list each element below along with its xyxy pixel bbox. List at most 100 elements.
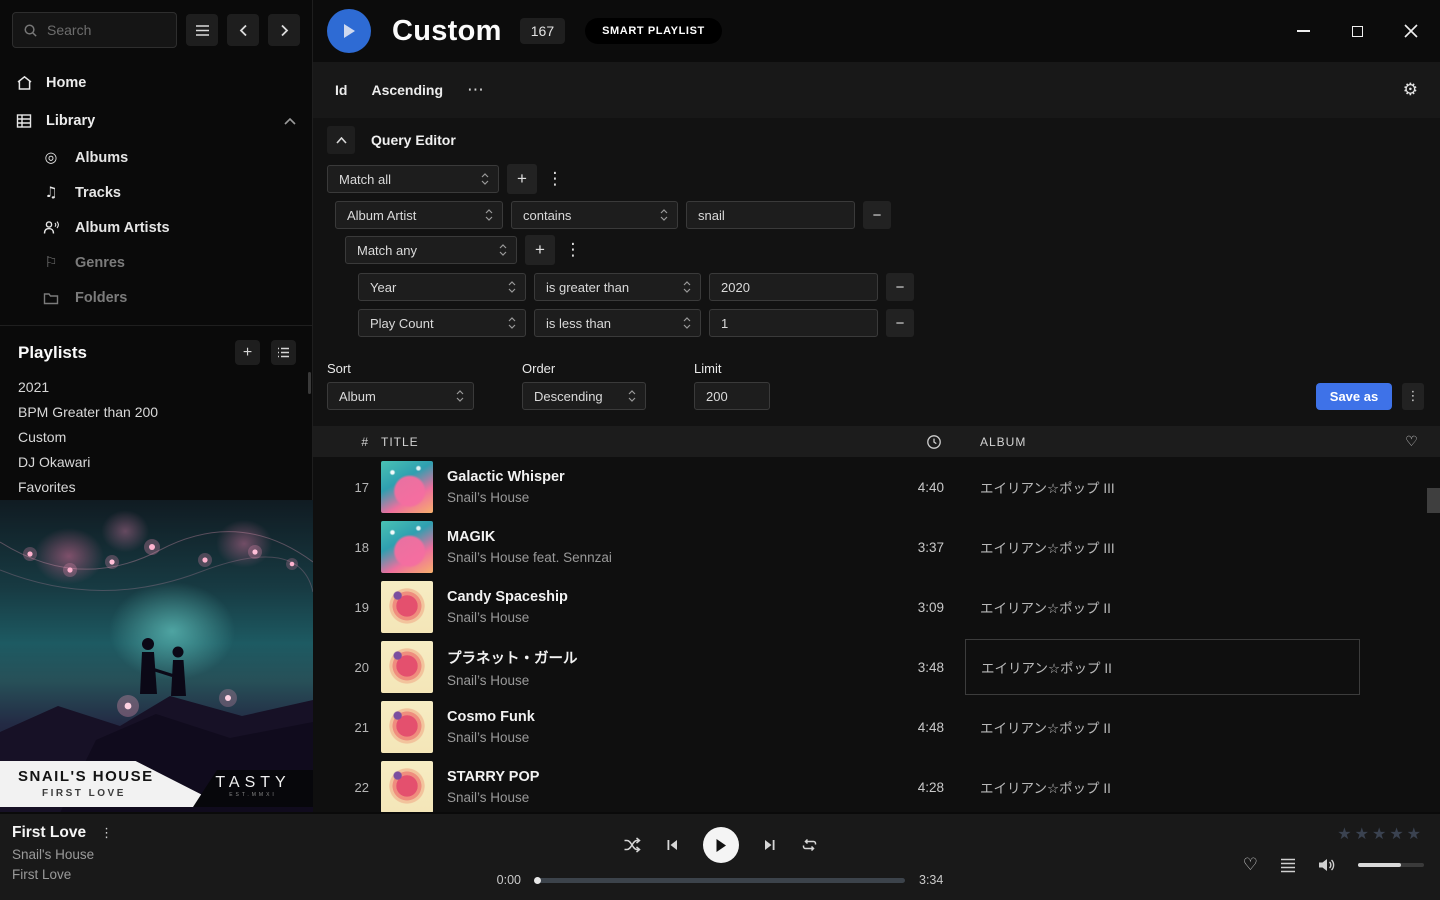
rule-value-input[interactable]: [709, 309, 878, 337]
track-title: STARRY POP: [447, 769, 840, 785]
playlist-item[interactable]: 2021: [0, 375, 312, 400]
collapse-query-editor-button[interactable]: [327, 126, 355, 154]
menu-button[interactable]: [186, 14, 218, 46]
search-field[interactable]: [47, 22, 157, 38]
track-duration: 3:09: [840, 600, 944, 615]
play-button[interactable]: [703, 827, 739, 863]
sidebar-item-folders[interactable]: Folders: [0, 280, 312, 315]
table-row[interactable]: 19 Candy Spaceship Snail’s House 3:09 エイ…: [313, 577, 1440, 637]
sort-select[interactable]: Album: [327, 382, 474, 410]
close-button[interactable]: [1396, 16, 1426, 46]
rule-value-input[interactable]: [709, 273, 878, 301]
playlist-item[interactable]: DJ Okawari: [0, 450, 312, 475]
sidebar-item-label: Library: [46, 113, 95, 129]
sidebar-item-tracks[interactable]: ♫ Tracks: [0, 175, 312, 210]
sort-field-button[interactable]: Id: [335, 82, 347, 98]
minimize-button[interactable]: [1288, 16, 1318, 46]
previous-button[interactable]: [665, 838, 679, 852]
track-title: Galactic Whisper: [447, 469, 840, 485]
rule-operator-select[interactable]: is less than: [534, 309, 701, 337]
track-duration: 4:40: [840, 480, 944, 495]
group-menu-button[interactable]: ⋮: [563, 235, 583, 265]
chevron-left-icon: [239, 24, 248, 37]
play-playlist-button[interactable]: [327, 9, 371, 53]
sidebar-item-home[interactable]: Home: [0, 64, 312, 102]
table-row[interactable]: 20 プラネット・ガール Snail’s House 3:48 エイリアン☆ポッ…: [313, 637, 1440, 697]
track-duration: 3:37: [840, 540, 944, 555]
duration-column-header[interactable]: [840, 434, 944, 450]
column-header-number[interactable]: #: [313, 435, 369, 449]
select-chevrons-icon: [499, 244, 507, 256]
rule-field-select[interactable]: Year: [358, 273, 526, 301]
add-rule-button[interactable]: +: [525, 235, 555, 265]
match-mode-select[interactable]: Match all: [327, 165, 499, 193]
save-menu-button[interactable]: ⋮: [1402, 383, 1424, 410]
sidebar-item-genres[interactable]: ⚐ Genres: [0, 245, 312, 280]
remove-rule-button[interactable]: −: [863, 201, 891, 229]
table-row[interactable]: 17 Galactic Whisper Snail’s House 4:40 エ…: [313, 457, 1440, 517]
back-button[interactable]: [227, 14, 259, 46]
home-icon: [16, 75, 33, 91]
hamburger-icon: [195, 24, 210, 37]
sidebar-item-label: Genres: [75, 255, 125, 271]
repeat-button[interactable]: [801, 837, 818, 853]
rule-field-select[interactable]: Album Artist: [335, 201, 503, 229]
plus-icon: +: [243, 344, 252, 362]
maximize-button[interactable]: [1342, 16, 1372, 46]
match-mode-select[interactable]: Match any: [345, 236, 517, 264]
volume-button[interactable]: [1318, 857, 1336, 873]
sidebar-item-label: Album Artists: [75, 220, 170, 236]
seek-bar[interactable]: [535, 878, 905, 883]
search-input[interactable]: [12, 12, 177, 48]
favorite-column-header[interactable]: ♡: [1384, 434, 1440, 450]
rule-value-input[interactable]: [686, 201, 855, 229]
shuffle-button[interactable]: [623, 837, 641, 853]
sidebar-item-albums[interactable]: ◎ Albums: [0, 140, 312, 175]
minus-icon: −: [896, 315, 905, 332]
column-header-title[interactable]: TITLE: [381, 435, 840, 449]
table-row[interactable]: 21 Cosmo Funk Snail’s House 4:48 エイリアン☆ポ…: [313, 697, 1440, 757]
sidebar-item-album-artists[interactable]: Album Artists: [0, 210, 312, 245]
save-as-button[interactable]: Save as: [1316, 383, 1392, 410]
column-header-album[interactable]: ALBUM: [944, 435, 1384, 449]
add-playlist-button[interactable]: +: [235, 340, 260, 365]
previous-icon: [665, 838, 679, 852]
minus-icon: −: [896, 279, 905, 296]
limit-input[interactable]: [694, 382, 770, 410]
seek-knob[interactable]: [534, 877, 541, 884]
select-chevrons-icon: [508, 317, 516, 329]
album-edit-field[interactable]: エイリアン☆ポップ II: [965, 639, 1360, 695]
sort-toolbar: Id Ascending ⋯ ⚙: [313, 62, 1440, 118]
table-row[interactable]: 18 MAGIK Snail’s House feat. Sennzai 3:3…: [313, 517, 1440, 577]
playlist-item[interactable]: Favorites: [0, 475, 312, 500]
gear-icon[interactable]: ⚙: [1403, 80, 1418, 100]
rating-stars[interactable]: ★★★★★: [1243, 824, 1424, 843]
order-select[interactable]: Descending: [522, 382, 646, 410]
sidebar-item-library[interactable]: Library: [0, 102, 312, 140]
favorite-button[interactable]: ♡: [1243, 855, 1258, 875]
sidebar-scrollbar[interactable]: [308, 372, 311, 394]
table-row[interactable]: 22 STARRY POP Snail’s House 4:28 エイリアン☆ポ…: [313, 757, 1440, 812]
playlist-list-button[interactable]: [271, 340, 296, 365]
rule-operator-select[interactable]: is greater than: [534, 273, 701, 301]
remove-rule-button[interactable]: −: [886, 309, 914, 337]
folder-icon: [42, 291, 60, 305]
chevron-up-icon: [336, 137, 347, 144]
forward-button[interactable]: [268, 14, 300, 46]
rule-operator-select[interactable]: contains: [511, 201, 678, 229]
queue-button[interactable]: [1280, 858, 1296, 873]
sort-order-button[interactable]: Ascending: [371, 82, 443, 98]
scrollbar-thumb[interactable]: [1427, 488, 1440, 513]
track-thumbnail: [381, 521, 433, 573]
couple-silhouette: [140, 638, 186, 696]
volume-slider[interactable]: [1358, 863, 1424, 867]
next-button[interactable]: [763, 838, 777, 852]
remove-rule-button[interactable]: −: [886, 273, 914, 301]
library-icon: [16, 113, 33, 129]
add-rule-button[interactable]: +: [507, 164, 537, 194]
more-options-button[interactable]: ⋯: [467, 80, 484, 100]
group-menu-button[interactable]: ⋮: [545, 164, 565, 194]
playlist-item[interactable]: BPM Greater than 200: [0, 400, 312, 425]
rule-field-select[interactable]: Play Count: [358, 309, 526, 337]
playlist-item[interactable]: Custom: [0, 425, 312, 450]
